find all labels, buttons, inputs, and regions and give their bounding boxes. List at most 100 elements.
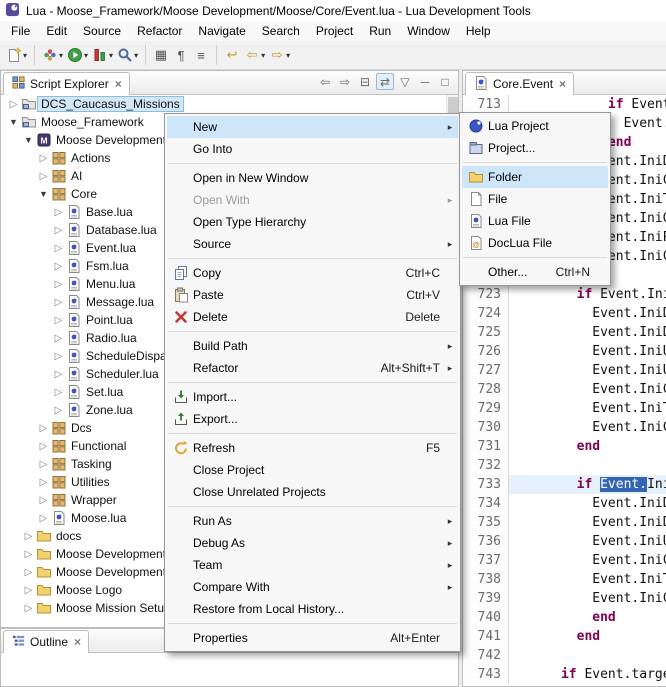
coverage-button[interactable]: ▾ (90, 44, 115, 66)
search-button[interactable]: ▾ (115, 44, 140, 66)
context-menu-item-refactor[interactable]: RefactorAlt+Shift+T▸ (167, 357, 458, 379)
forward-icon[interactable]: ⇨ (336, 73, 354, 90)
context-menu-item-build-path[interactable]: Build Path▸ (167, 335, 458, 357)
code-line-736[interactable]: 736 Event.IniUnitName = Event.IniDCSUnit… (463, 532, 666, 551)
submenu-item-folder[interactable]: Folder (462, 166, 608, 188)
context-menu-item-team[interactable]: Team▸ (167, 554, 458, 576)
context-menu-item-compare-with[interactable]: Compare With▸ (167, 576, 458, 598)
expanded-arrow-icon[interactable]: ▼ (22, 135, 35, 145)
dropdown-caret-icon[interactable]: ▾ (261, 51, 265, 60)
collapsed-arrow-icon[interactable]: ▷ (52, 315, 65, 326)
dropdown-caret-icon[interactable]: ▾ (134, 51, 138, 60)
close-icon[interactable]: × (559, 77, 566, 91)
code-line-726[interactable]: 726 Event.IniUnitName = Event.IniDCSUnit… (463, 342, 666, 361)
submenu-item-lua-project[interactable]: Lua Project (462, 115, 608, 137)
code-line-730[interactable]: 730 Event.IniCoalition = Event.IniDCSUni… (463, 418, 666, 437)
close-icon[interactable]: × (115, 77, 122, 91)
close-icon[interactable]: × (74, 635, 81, 649)
external-tools-button[interactable]: ▾ (40, 44, 65, 66)
menu-refactor[interactable]: Refactor (129, 22, 190, 40)
collapsed-arrow-icon[interactable]: ▷ (52, 207, 65, 218)
collapsed-arrow-icon[interactable]: ▷ (52, 297, 65, 308)
context-menu-item-debug-as[interactable]: Debug As▸ (167, 532, 458, 554)
menu-navigate[interactable]: Navigate (190, 22, 253, 40)
code-line-738[interactable]: 738 Event.IniTypeName = Event.IniDCSUnit… (463, 570, 666, 589)
submenu-item-project[interactable]: Project... (462, 137, 608, 159)
context-menu-item-source[interactable]: Source▸ (167, 233, 458, 255)
collapsed-arrow-icon[interactable]: ▷ (22, 603, 35, 614)
minimize-icon[interactable]: ─ (416, 73, 434, 90)
menu-source[interactable]: Source (75, 22, 129, 40)
context-menu-item-close-project[interactable]: Close Project (167, 459, 458, 481)
collapsed-arrow-icon[interactable]: ▷ (52, 351, 65, 362)
collapsed-arrow-icon[interactable]: ▷ (52, 279, 65, 290)
menu-search[interactable]: Search (254, 22, 308, 40)
submenu-item-lua-file[interactable]: Lua File (462, 210, 608, 232)
run-button[interactable]: ▾ (65, 44, 90, 66)
menu-window[interactable]: Window (399, 22, 458, 40)
collapsed-arrow-icon[interactable]: ▷ (22, 531, 35, 542)
collapsed-arrow-icon[interactable]: ▷ (52, 333, 65, 344)
collapsed-arrow-icon[interactable]: ▷ (37, 423, 50, 434)
menu-project[interactable]: Project (308, 22, 361, 40)
collapsed-arrow-icon[interactable]: ▷ (52, 387, 65, 398)
collapsed-arrow-icon[interactable]: ▷ (52, 405, 65, 416)
code-line-741[interactable]: 741 end (463, 627, 666, 646)
context-menu-item-open-type-hierarchy[interactable]: Open Type Hierarchy (167, 211, 458, 233)
code-line-732[interactable]: 732 (463, 456, 666, 475)
code-line-733[interactable]: 733 if Event.IniObjectCategory == Object… (463, 475, 666, 494)
mark-occurrences-button[interactable]: ▦ (151, 44, 171, 66)
code-line-742[interactable]: 742 (463, 646, 666, 665)
context-menu-item-properties[interactable]: PropertiesAlt+Enter (167, 627, 458, 649)
submenu-item-other[interactable]: Other...Ctrl+N (462, 261, 608, 283)
code-line-724[interactable]: 724 Event.IniDCSUnit = Event.initiator (463, 304, 666, 323)
collapsed-arrow-icon[interactable]: ▷ (37, 441, 50, 452)
code-line-728[interactable]: 728 Event.IniCategory = Event.IniDCSUnit… (463, 380, 666, 399)
collapsed-arrow-icon[interactable]: ▷ (22, 567, 35, 578)
dropdown-caret-icon[interactable]: ▾ (286, 51, 290, 60)
collapsed-arrow-icon[interactable]: ▷ (22, 549, 35, 560)
last-edit-location-button[interactable]: ↩ (222, 44, 242, 66)
outline-toggle-button[interactable]: ≡ (191, 44, 211, 66)
back-button[interactable]: ⇦▾ (242, 44, 267, 66)
context-menu-item-restore-from-local-history[interactable]: Restore from Local History... (167, 598, 458, 620)
tab-outline[interactable]: Outline × (3, 630, 89, 653)
collapsed-arrow-icon[interactable]: ▷ (52, 369, 65, 380)
context-menu-item-import[interactable]: Import... (167, 386, 458, 408)
dropdown-caret-icon[interactable]: ▾ (59, 51, 63, 60)
expanded-arrow-icon[interactable]: ▼ (7, 117, 20, 127)
menu-edit[interactable]: Edit (38, 22, 75, 40)
submenu-item-doclua-file[interactable]: @DocLua File (462, 232, 608, 254)
collapsed-arrow-icon[interactable]: ▷ (52, 261, 65, 272)
link-with-editor-icon[interactable]: ⇄ (376, 73, 394, 90)
code-line-731[interactable]: 731 end (463, 437, 666, 456)
expanded-arrow-icon[interactable]: ▼ (37, 189, 50, 199)
back-icon[interactable]: ⇦ (316, 73, 334, 90)
code-line-743[interactable]: 743 if Event.target then (463, 665, 666, 684)
collapsed-arrow-icon[interactable]: ▷ (22, 585, 35, 596)
collapsed-arrow-icon[interactable]: ▷ (37, 459, 50, 470)
context-menu-item-refresh[interactable]: RefreshF5 (167, 437, 458, 459)
show-whitespace-button[interactable]: ¶ (171, 44, 191, 66)
submenu-item-file[interactable]: File (462, 188, 608, 210)
maximize-icon[interactable]: □ (436, 73, 454, 90)
code-line-739[interactable]: 739 Event.IniCoalition = Event.IniDCSUni… (463, 589, 666, 608)
context-menu-item-copy[interactable]: CopyCtrl+C (167, 262, 458, 284)
menu-help[interactable]: Help (458, 22, 499, 40)
dropdown-caret-icon[interactable]: ▾ (23, 51, 27, 60)
view-menu-icon[interactable]: ▽ (396, 73, 414, 90)
dropdown-caret-icon[interactable]: ▾ (109, 51, 113, 60)
context-menu-item-go-into[interactable]: Go Into (167, 138, 458, 160)
context-menu-item-close-unrelated-projects[interactable]: Close Unrelated Projects (167, 481, 458, 503)
code-line-729[interactable]: 729 Event.IniTypeName = Event.IniDCSUnit… (463, 399, 666, 418)
collapsed-arrow-icon[interactable]: ▷ (52, 225, 65, 236)
collapsed-arrow-icon[interactable]: ▷ (37, 495, 50, 506)
code-line-727[interactable]: 727 Event.IniUnit = STATIC:FindByName( E… (463, 361, 666, 380)
forward-button[interactable]: ⇨▾ (267, 44, 292, 66)
menu-run[interactable]: Run (361, 22, 399, 40)
code-line-734[interactable]: 734 Event.IniDCSUnit = Event.initiator (463, 494, 666, 513)
collapsed-arrow-icon[interactable]: ▷ (7, 99, 20, 110)
collapsed-arrow-icon[interactable]: ▷ (37, 171, 50, 182)
tree-item-dcs-caucasus-missions[interactable]: ▷DCS_Caucasus_Missions (1, 95, 446, 113)
collapsed-arrow-icon[interactable]: ▷ (52, 243, 65, 254)
